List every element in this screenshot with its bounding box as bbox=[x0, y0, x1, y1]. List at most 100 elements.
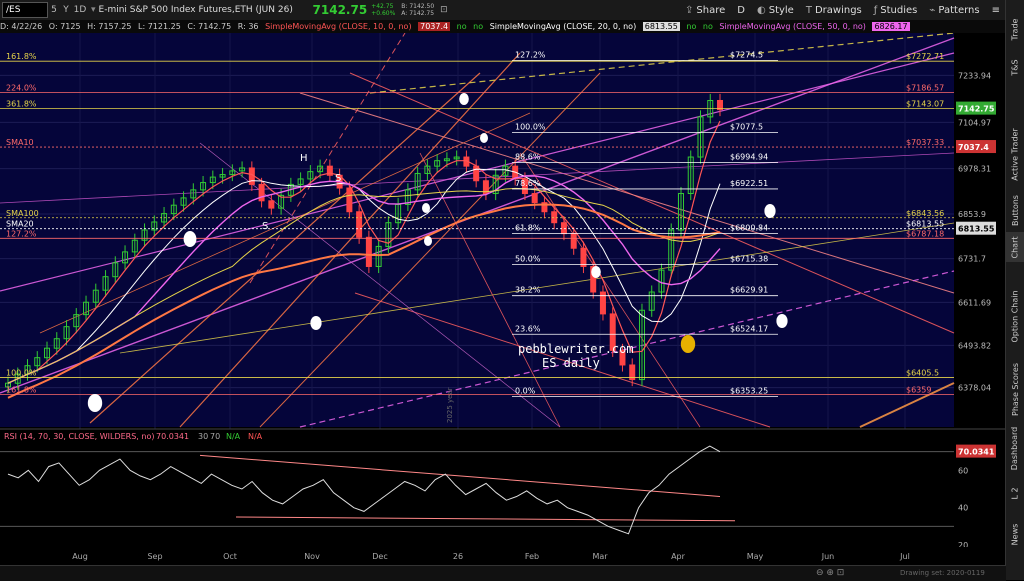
patterns-button[interactable]: ⌁ Patterns bbox=[923, 0, 985, 20]
price-badge-label: 6813.55 bbox=[958, 225, 995, 234]
price-marker-right-label: $7037.33 bbox=[906, 138, 944, 147]
price-marker-right-label: $6813.55 bbox=[906, 220, 944, 229]
tab-buttons[interactable]: Buttons bbox=[1006, 185, 1024, 235]
rsi-level-70: 70 bbox=[210, 432, 220, 441]
tab-t-s[interactable]: T&S bbox=[1006, 52, 1024, 82]
drawings-label: Drawings bbox=[814, 4, 862, 16]
candle-body bbox=[551, 211, 558, 224]
bar-low: L: 7121.25 bbox=[138, 22, 181, 31]
y-tick-label: 7233.94 bbox=[958, 71, 991, 80]
x-tick-label: Dec bbox=[372, 552, 387, 561]
rsi-level-30: 30 bbox=[198, 432, 208, 441]
tab-trade[interactable]: Trade bbox=[1006, 14, 1024, 44]
tab-phase-scores[interactable]: Phase Scores bbox=[1006, 355, 1024, 423]
tab-label: T&S bbox=[1010, 58, 1020, 76]
zoom-controls[interactable]: ⊖ ⊕ ⊡ bbox=[816, 568, 844, 578]
watermark-line1: pebblewriter.com bbox=[518, 342, 634, 356]
y-tick-label: 6978.31 bbox=[958, 165, 991, 174]
year-label: 2025 year bbox=[446, 387, 454, 423]
sma20-no-1: no bbox=[686, 22, 697, 31]
candle-body bbox=[473, 165, 480, 182]
tab-dashboard[interactable]: Dashboard bbox=[1006, 420, 1024, 476]
rsi-na-2: N/A bbox=[248, 432, 263, 441]
y-tick-label: 6731.7 bbox=[958, 255, 986, 264]
candle-body bbox=[531, 193, 538, 204]
wave-label: H bbox=[300, 153, 308, 164]
x-tick-label: Mar bbox=[592, 552, 608, 561]
tab-chart[interactable]: Chart bbox=[1006, 232, 1024, 262]
sma20-label[interactable]: SimpleMovingAvg (CLOSE, 20, 0, no) bbox=[490, 22, 637, 31]
fib-pct-label: 88.6% bbox=[515, 153, 541, 162]
wave-label: 1 bbox=[316, 317, 322, 328]
symbol-input[interactable]: /ES bbox=[2, 2, 48, 18]
x-tick-label: Apr bbox=[671, 552, 686, 561]
price-marker-left-label: 361.8% bbox=[6, 99, 37, 108]
studies-button[interactable]: ƒ Studies bbox=[868, 0, 924, 20]
candle-body bbox=[365, 236, 372, 267]
sma50-label[interactable]: SimpleMovingAvg (CLOSE, 50, 0, no) bbox=[719, 22, 866, 31]
tab-news[interactable]: News bbox=[1006, 520, 1024, 548]
annotation-circle bbox=[424, 236, 432, 246]
lock-icon[interactable]: ⊡ bbox=[440, 5, 448, 15]
d-button[interactable]: D bbox=[731, 0, 751, 20]
price-marker-left-label: SMA10 bbox=[6, 138, 34, 147]
x-tick-label: May bbox=[747, 552, 764, 561]
period-y[interactable]: Y bbox=[60, 5, 72, 15]
drawing-set-label[interactable]: Drawing set: 2020-0119 bbox=[900, 569, 985, 577]
sma10-label[interactable]: SimpleMovingAvg (CLOSE, 10, 0, no) bbox=[265, 22, 412, 31]
tab-label: L 2 bbox=[1010, 486, 1020, 500]
rsi-na-1: N/A bbox=[226, 432, 241, 441]
sma10-no-2: no bbox=[473, 22, 484, 31]
change-abs: +42.75 bbox=[371, 3, 394, 10]
price-marker-right-label: $7143.07 bbox=[906, 99, 944, 108]
style-icon: ◐ bbox=[756, 4, 766, 16]
period-1d[interactable]: 1D bbox=[72, 5, 88, 15]
drawings-button[interactable]: T Drawings bbox=[800, 0, 868, 20]
rsi-y-tick: 40 bbox=[958, 504, 968, 513]
bid: B: 7142.50 bbox=[401, 3, 435, 10]
right-sidebar: Trade T&S Active Trader Buttons Chart Option … bbox=[1005, 0, 1024, 580]
annotation-circle bbox=[422, 203, 430, 213]
rsi-title[interactable]: RSI (14, 70, 30, CLOSE, WILDERS, no) bbox=[4, 432, 154, 441]
study-header: D: 4/22/26 O: 7125 H: 7157.25 L: 7121.25… bbox=[0, 20, 1006, 33]
sma20-no-2: no bbox=[702, 22, 713, 31]
annotation-circle bbox=[480, 133, 488, 143]
tab-option-chain[interactable]: Option Chain bbox=[1006, 285, 1024, 347]
dropdown-icon[interactable]: ▾ bbox=[91, 5, 96, 15]
menu-icon[interactable]: ≡ bbox=[986, 0, 1006, 20]
fib-pct-label: 50.0% bbox=[515, 255, 541, 264]
rsi-badge-label: 70.0341 bbox=[958, 448, 995, 457]
tab-label: Phase Scores bbox=[1010, 362, 1020, 416]
tab-label: Dashboard bbox=[1010, 426, 1020, 470]
annotation-circle bbox=[87, 394, 103, 412]
change-block: +42.75 +0.60% bbox=[371, 3, 395, 17]
candle-body bbox=[580, 247, 587, 267]
wave-label: S bbox=[335, 173, 341, 184]
tab-label: Active Trader bbox=[1010, 127, 1020, 181]
period-5[interactable]: 5 bbox=[48, 5, 60, 15]
price-marker-right-label: $6359 bbox=[906, 386, 931, 395]
chart-area[interactable]: 127.2% $7274.5 100.0% $7077.5 88.6% $6994.94 7… bbox=[0, 33, 1006, 565]
bar-open: O: 7125 bbox=[48, 22, 81, 31]
tab-active-trader[interactable]: Active Trader bbox=[1006, 120, 1024, 188]
patterns-label: Patterns bbox=[938, 4, 980, 16]
annotation-circle bbox=[183, 231, 197, 247]
tab-l-2[interactable]: L 2 bbox=[1006, 480, 1024, 506]
bid-ask-block: B: 7142.50 A: 7142.75 bbox=[401, 3, 434, 17]
sma20-value: 6813.55 bbox=[642, 22, 680, 31]
fib-pct-label: 38.2% bbox=[515, 286, 541, 295]
fib-value-label: $6800.84 bbox=[730, 223, 768, 232]
fib-pct-label: 78.6% bbox=[515, 179, 541, 188]
x-tick-label: 26 bbox=[453, 552, 463, 561]
style-button[interactable]: ◐ Style bbox=[751, 0, 800, 20]
rsi-y-tick: 60 bbox=[958, 466, 968, 475]
fib-value-label: $6524.17 bbox=[730, 324, 768, 333]
sma50-value: 6826.17 bbox=[872, 22, 910, 31]
y-tick-label: 6378.04 bbox=[958, 384, 991, 393]
y-tick-label: 7104.97 bbox=[958, 118, 991, 127]
share-icon: ⇪ bbox=[685, 4, 694, 16]
share-button[interactable]: ⇪ Share bbox=[679, 0, 731, 20]
x-tick-label: Aug bbox=[72, 552, 88, 561]
d-label: D bbox=[737, 4, 745, 16]
price-marker-right-label: $6787.18 bbox=[906, 229, 944, 238]
